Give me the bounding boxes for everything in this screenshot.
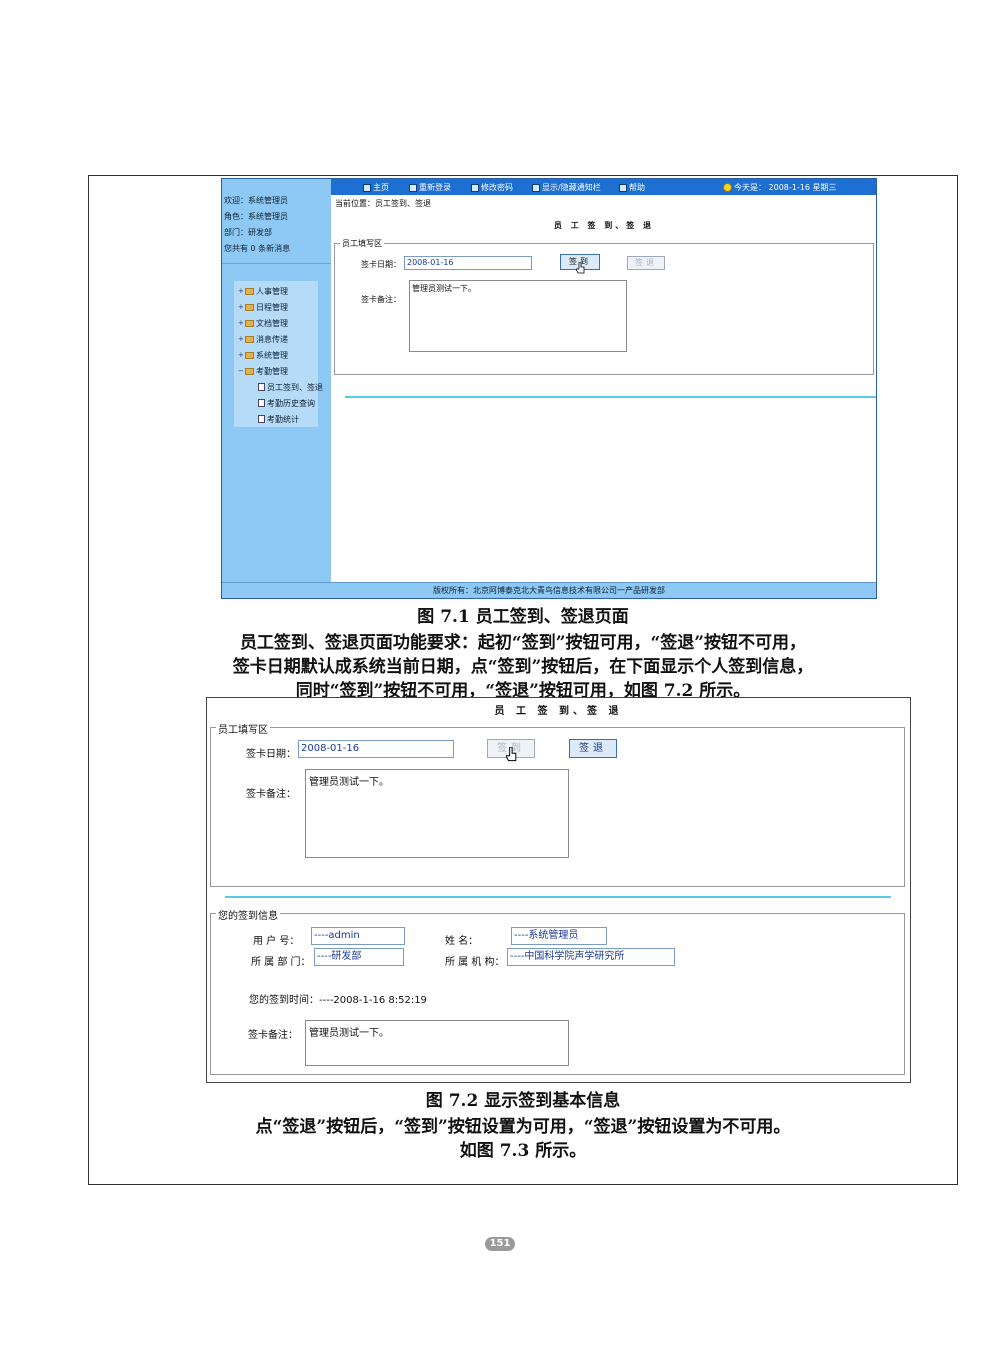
breadcrumb: 当前位置：员工签到、签退: [335, 199, 431, 208]
page-number: 151: [485, 1237, 515, 1251]
tree-item-hr[interactable]: + 人事管理: [238, 285, 288, 297]
user-id-field: ----admin: [311, 927, 405, 945]
folder-icon: [245, 319, 254, 327]
name-field: ----系统管理员: [511, 927, 607, 945]
tree-label: 日程管理: [256, 302, 288, 312]
help-label: 帮助: [629, 183, 645, 192]
signin-time: 您的签到时间：----2008-1-16 8:52:19: [249, 995, 427, 1006]
main-content: 当前位置：员工签到、签退 员 工 签 到、签 退 员工填写区 签卡日期： 200…: [331, 195, 876, 582]
tree-label: 消息传递: [256, 334, 288, 344]
figure1-screenshot: 欢迎：系统管理员 角色：系统管理员 部门：研发部 您共有 0 条新消息 + 人事管…: [221, 178, 877, 599]
tree-label: 考勤历史查询: [267, 398, 315, 408]
messages-link[interactable]: 您共有 0 条新消息: [224, 241, 290, 257]
page-title: 员 工 签 到、签 退: [553, 221, 655, 230]
tree-subitem-history[interactable]: 考勤历史查询: [258, 397, 315, 409]
paragraph2-line1: 点“签退”按钮后，“签到”按钮设置为可用，“签退”按钮设置为不可用。: [255, 1117, 791, 1137]
tree-label: 系统管理: [256, 350, 288, 360]
signin-info-legend: 您的签到信息: [216, 907, 280, 922]
employee-form-fieldset: 员工填写区 签卡日期： 2008-01-16 签到 签退 签卡备注： 管理员测试…: [210, 721, 905, 887]
remark-textarea[interactable]: 管理员测试一下。: [409, 280, 627, 352]
date-input[interactable]: 2008-01-16: [298, 740, 454, 758]
user-id-label: 用 户 号：: [253, 936, 300, 947]
organization-label: 所 属 机 构：: [445, 957, 505, 968]
remark-textarea[interactable]: 管理员测试一下。: [305, 769, 569, 858]
checkout-button[interactable]: 签退: [627, 256, 665, 270]
tree-subitem-stats[interactable]: 考勤统计: [258, 413, 299, 425]
tree-item-schedule[interactable]: + 日程管理: [238, 301, 288, 313]
help-link[interactable]: 帮助: [619, 182, 645, 193]
tree-label: 考勤统计: [267, 414, 299, 424]
tree-label: 考勤管理: [256, 366, 288, 376]
remark2-label: 签卡备注：: [248, 1030, 298, 1041]
role-text: 角色：系统管理员: [224, 212, 288, 221]
page-title: 员 工 签 到、签 退: [494, 706, 623, 717]
today-display: 今天是： 2008-1-16 星期三: [723, 182, 837, 193]
key-icon: [471, 183, 479, 192]
tree-item-system[interactable]: + 系统管理: [238, 349, 288, 361]
help-icon: [619, 183, 627, 192]
remark-label: 签卡备注：: [246, 789, 296, 800]
footer: 版权所有：北京阿博泰克北大青鸟信息技术有限公司一产品研发部: [222, 582, 876, 598]
tree-label: 文档管理: [256, 318, 288, 328]
document-icon: [258, 399, 265, 407]
relogin-icon: [409, 183, 417, 192]
paragraph1-line2: 签卡日期默认成系统当前日期，点“签到”按钮后，在下面显示个人签到信息，: [232, 657, 814, 677]
paragraph1-line1: 员工签到、签退页面功能要求：起初“签到”按钮可用，“签退”按钮不可用，: [239, 633, 807, 653]
remark2-textarea: 管理员测试一下。: [305, 1020, 569, 1066]
relogin-label: 重新登录: [419, 183, 451, 192]
figure2-screenshot: 员 工 签 到、签 退 员工填写区 签卡日期： 2008-01-16 签到 签退…: [206, 697, 911, 1083]
tree-item-messages[interactable]: + 消息传递: [238, 333, 288, 345]
employee-form-fieldset: 员工填写区 签卡日期： 2008-01-16 签到 签退 签卡备注： 管理员测试…: [334, 238, 874, 375]
department-text: 部门：研发部: [224, 228, 272, 237]
fieldset-legend: 员工填写区: [340, 238, 384, 249]
folder-icon: [245, 335, 254, 343]
checkout-button[interactable]: 签退: [569, 739, 617, 758]
signin-info-fieldset: 您的签到信息 用 户 号： ----admin 姓 名： ----系统管理员 所…: [210, 907, 905, 1075]
paragraph2-line2: 如图 7.3 所示。: [459, 1141, 587, 1161]
tree-subitem-checkin[interactable]: 员工签到、签退: [258, 381, 323, 393]
folder-icon: [245, 303, 254, 311]
change-password-link[interactable]: 修改密码: [471, 182, 513, 193]
relogin-link[interactable]: 重新登录: [409, 182, 451, 193]
organization-field: ----中国科学院声学研究所: [507, 948, 675, 966]
toggle-notice-link[interactable]: 显示/隐藏通知栏: [532, 182, 601, 193]
change-password-label: 修改密码: [481, 183, 513, 192]
name-label: 姓 名：: [445, 936, 479, 947]
fieldset-legend: 员工填写区: [216, 721, 270, 736]
date-label: 签卡日期：: [246, 749, 296, 760]
hand-cursor-icon: [576, 262, 585, 274]
department-label: 所 属 部 门：: [251, 957, 311, 968]
sidebar: 欢迎：系统管理员 角色：系统管理员 部门：研发部 您共有 0 条新消息 + 人事管…: [222, 179, 331, 582]
home-icon: [363, 183, 371, 192]
nav-tree: + 人事管理 + 日程管理 + 文档管理 + 消息传递 + 系统管理 − 考勤管理 员工签到…: [234, 281, 323, 427]
folder-icon: [245, 351, 254, 359]
today-label: 今天是： 2008-1-16 星期三: [734, 183, 837, 192]
figure2-caption: 图 7.2 显示签到基本信息: [425, 1091, 621, 1111]
toggle-notice-label: 显示/隐藏通知栏: [542, 183, 601, 192]
notice-icon: [532, 183, 540, 192]
tree-item-documents[interactable]: + 文档管理: [238, 317, 288, 329]
hand-cursor-icon: [506, 747, 517, 762]
folder-icon: [245, 287, 254, 295]
top-toolbar: 主页 重新登录 修改密码 显示/隐藏通知栏 帮助 今天是： 2008-1-16 …: [331, 179, 876, 195]
user-info: 欢迎：系统管理员 角色：系统管理员 部门：研发部 您共有 0 条新消息: [224, 193, 290, 257]
tree-item-attendance[interactable]: − 考勤管理: [238, 365, 288, 377]
welcome-text: 欢迎：系统管理员: [224, 196, 288, 205]
divider-line: [225, 896, 891, 898]
department-field: ----研发部: [314, 948, 404, 966]
home-link[interactable]: 主页: [363, 182, 389, 193]
date-input[interactable]: 2008-01-16: [404, 256, 532, 270]
divider-line: [345, 396, 876, 398]
tree-label: 人事管理: [256, 286, 288, 296]
document-icon: [258, 383, 265, 391]
folder-open-icon: [245, 367, 254, 375]
tree-label: 员工签到、签退: [267, 382, 323, 392]
remark-label: 签卡备注：: [361, 295, 401, 304]
figure1-caption: 图 7.1 员工签到、签退页面: [417, 607, 629, 627]
sidebar-divider: [222, 263, 331, 264]
home-label: 主页: [373, 183, 389, 192]
document-icon: [258, 415, 265, 423]
smiley-icon: [723, 183, 732, 192]
date-label: 签卡日期：: [361, 260, 401, 269]
